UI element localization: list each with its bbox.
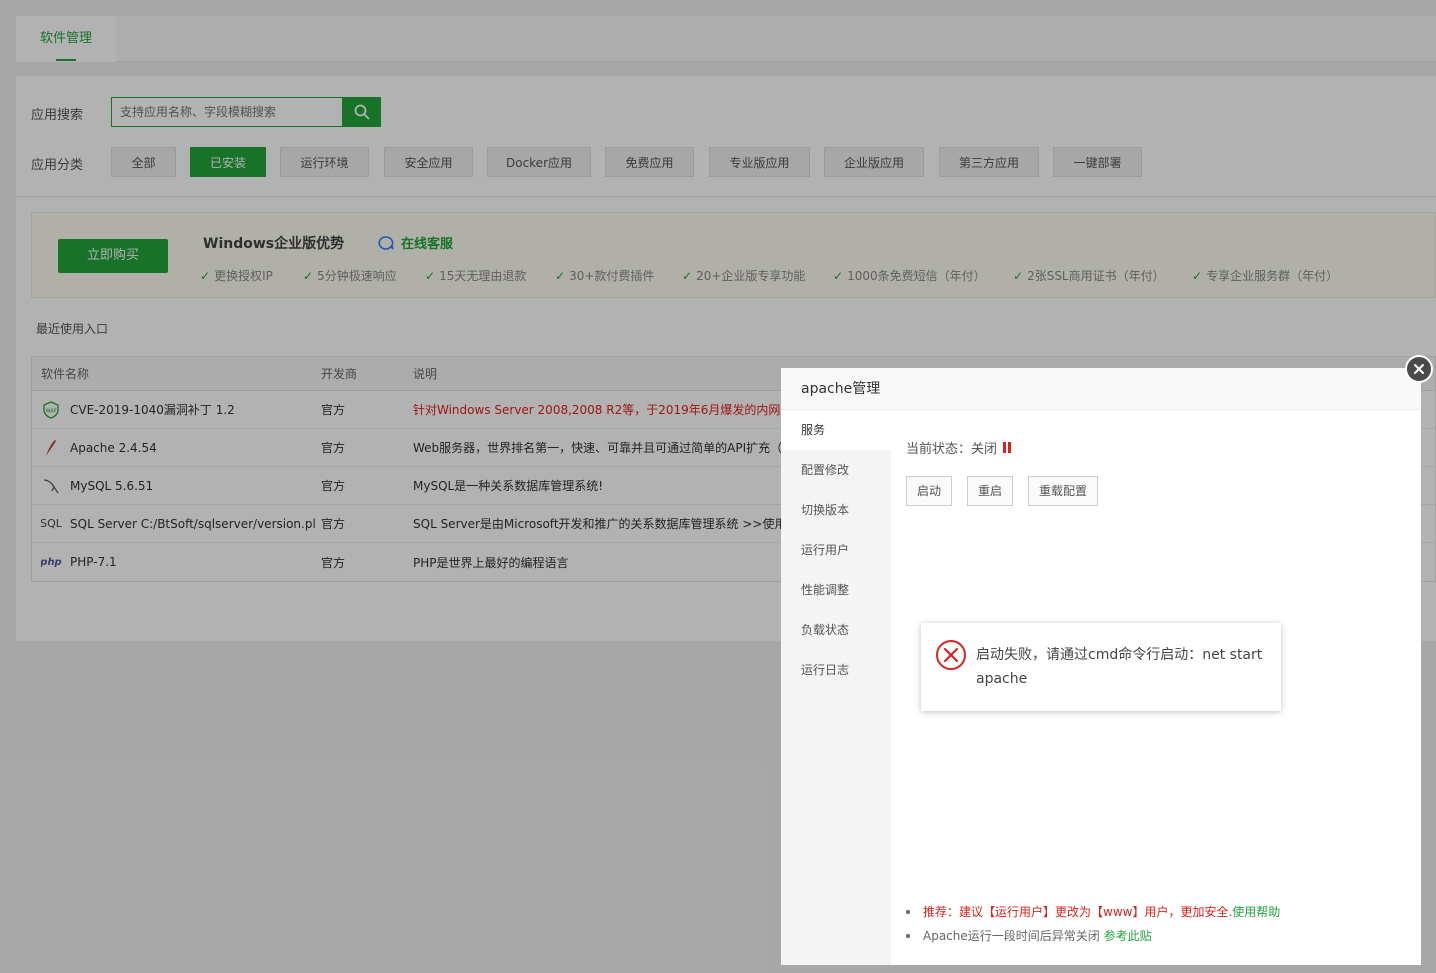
close-icon bbox=[1414, 364, 1424, 374]
error-message: 启动失败，请通过cmd命令行启动：net start apache bbox=[976, 647, 1263, 687]
help-link[interactable]: 使用帮助 bbox=[1232, 905, 1280, 919]
service-status: 当前状态：关闭 bbox=[906, 438, 1012, 457]
tip-item: 推荐：建议【运行用户】更改为【www】用户，更加安全.使用帮助 bbox=[906, 900, 1280, 924]
start-button[interactable]: 启动 bbox=[906, 476, 953, 506]
reference-link[interactable]: 参考此贴 bbox=[1104, 929, 1152, 943]
stopped-icon bbox=[1003, 442, 1012, 453]
reload-config-button[interactable]: 重载配置 bbox=[1028, 476, 1099, 506]
menu-config[interactable]: 配置修改 bbox=[781, 450, 891, 490]
restart-button[interactable]: 重启 bbox=[967, 476, 1014, 506]
menu-run-user[interactable]: 运行用户 bbox=[781, 530, 891, 570]
tip-text: Apache运行一段时间后异常关闭 bbox=[923, 929, 1100, 943]
menu-performance[interactable]: 性能调整 bbox=[781, 570, 891, 610]
tip-text: 推荐：建议【运行用户】更改为【www】用户，更加安全. bbox=[923, 905, 1233, 919]
tip-item: Apache运行一段时间后异常关闭 参考此贴 bbox=[906, 924, 1280, 948]
menu-service[interactable]: 服务 bbox=[781, 410, 891, 450]
error-icon bbox=[935, 639, 967, 674]
menu-run-log[interactable]: 运行日志 bbox=[781, 650, 891, 690]
modal-close-button[interactable] bbox=[1405, 355, 1433, 383]
modal-sidebar: 服务 配置修改 切换版本 运行用户 性能调整 负载状态 运行日志 bbox=[781, 410, 891, 965]
tips-list: 推荐：建议【运行用户】更改为【www】用户，更加安全.使用帮助 Apache运行… bbox=[906, 900, 1280, 948]
status-text: 当前状态：关闭 bbox=[906, 442, 998, 457]
modal-title: apache管理 bbox=[781, 368, 1421, 410]
error-toast: 启动失败，请通过cmd命令行启动：net start apache bbox=[921, 623, 1281, 711]
menu-switch-version[interactable]: 切换版本 bbox=[781, 490, 891, 530]
menu-load-status[interactable]: 负载状态 bbox=[781, 610, 891, 650]
